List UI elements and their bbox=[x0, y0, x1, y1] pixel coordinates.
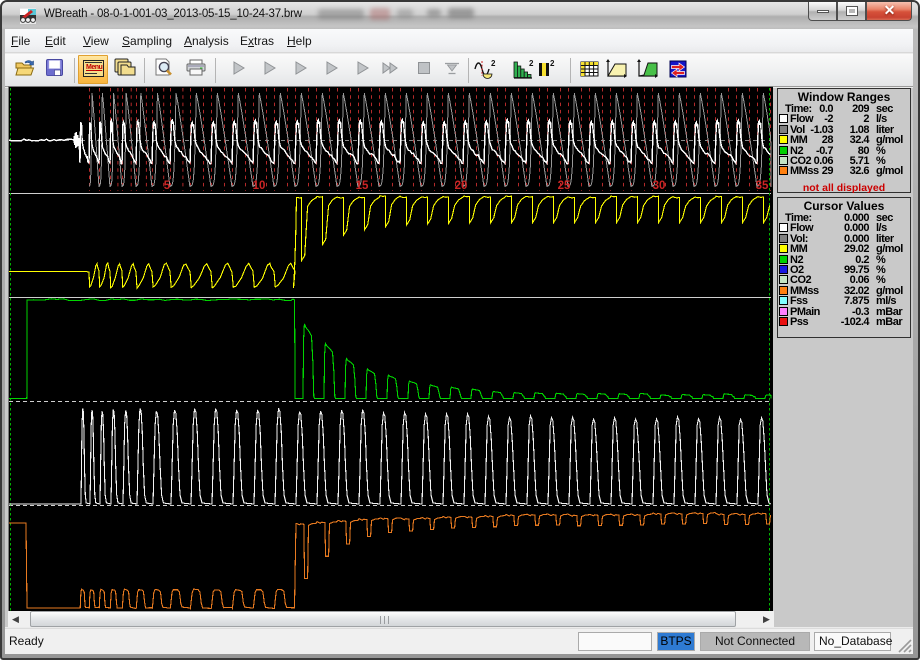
svg-text:2: 2 bbox=[529, 59, 534, 68]
svg-text:2: 2 bbox=[550, 59, 555, 68]
svg-text:2: 2 bbox=[491, 59, 496, 68]
svg-text:15: 15 bbox=[356, 180, 369, 192]
svg-text:25: 25 bbox=[558, 180, 571, 192]
svg-text:20: 20 bbox=[455, 180, 468, 192]
svg-text:10: 10 bbox=[253, 180, 266, 192]
svg-text:30: 30 bbox=[653, 180, 666, 192]
svg-text:35: 35 bbox=[756, 180, 769, 192]
svg-text:5: 5 bbox=[164, 180, 171, 192]
